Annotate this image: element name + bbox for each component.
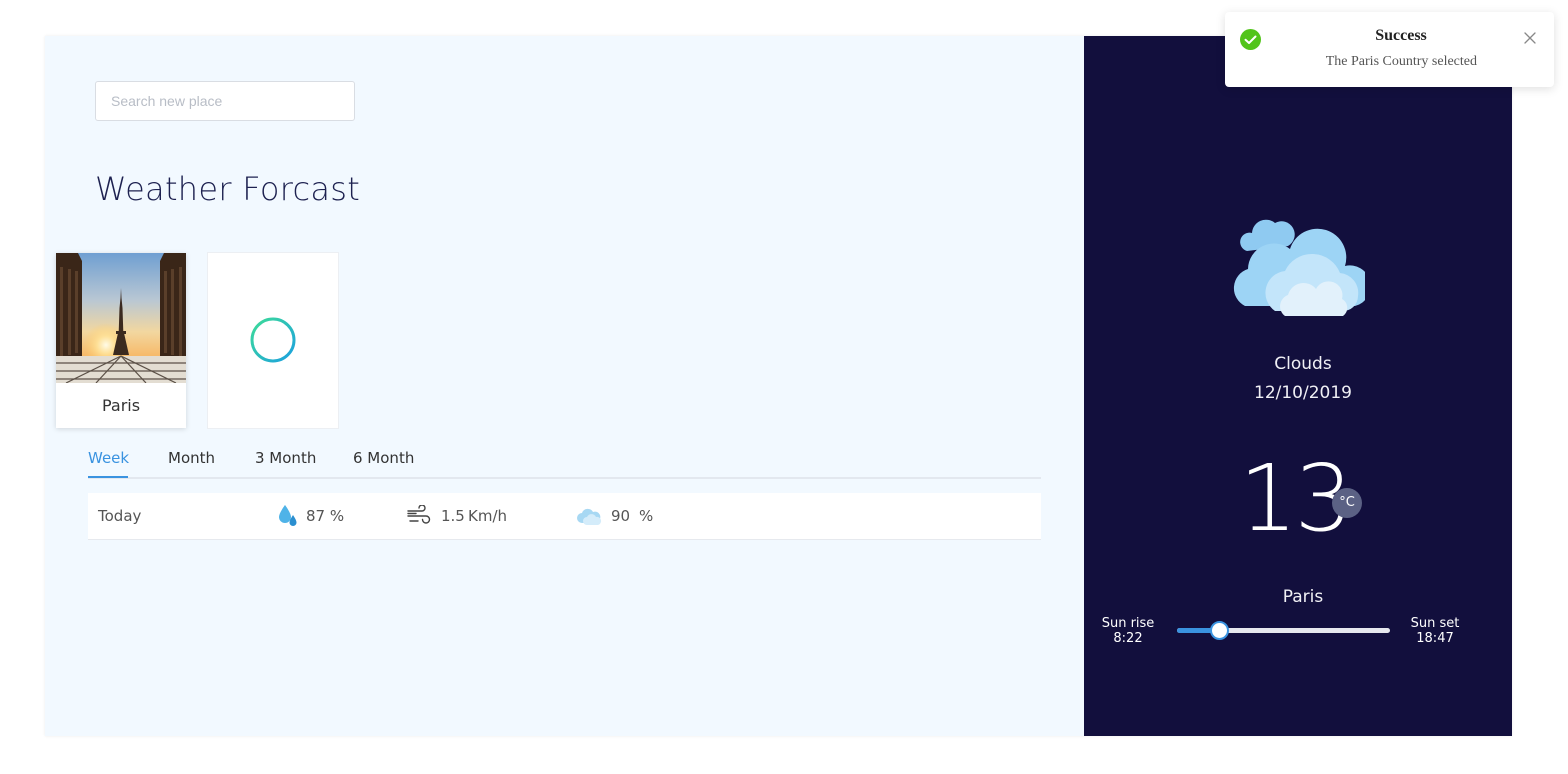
add-city-card[interactable] [207, 252, 339, 429]
clouds-icon [1233, 219, 1365, 316]
cloud-value: 90 [611, 507, 631, 525]
current-date: 12/10/2019 [1254, 383, 1352, 403]
plus-circle-icon[interactable] [249, 316, 297, 364]
app-container: Weather Forcast [45, 36, 1512, 736]
humidity-value: 87 % [306, 507, 345, 525]
eiffel-tower-photo [56, 253, 186, 383]
sunrise-time: 8:22 [1113, 631, 1143, 646]
sun-progress-handle[interactable] [1210, 621, 1229, 640]
water-drops-icon [279, 505, 297, 526]
forecast-day: Today [98, 507, 142, 525]
sunrise-label: Sun rise [1101, 616, 1155, 631]
sun-progress-slider[interactable] [1177, 621, 1390, 640]
city-card-paris[interactable]: Paris [56, 253, 186, 428]
toast-message: The Paris Country selected [1325, 54, 1477, 69]
tab-6-month[interactable]: 6 Month [353, 449, 414, 467]
current-place: Paris [1282, 587, 1324, 607]
current-weather-panel: Clouds 12/10/2019 13 °C Paris Sun rise 8… [1084, 36, 1512, 736]
page-title: Weather Forcast [95, 170, 361, 208]
city-name: Paris [101, 396, 141, 415]
toast-title: Success [1375, 27, 1427, 44]
sunset: Sun set 18:47 [1404, 616, 1466, 646]
weather-description: Clouds [1274, 354, 1332, 374]
tab-3-month[interactable]: 3 Month [255, 449, 316, 467]
period-tabs: Week Month 3 Month 6 Month [88, 448, 1041, 479]
wind-icon [407, 505, 431, 524]
sunset-time: 18:47 [1416, 631, 1454, 646]
active-tab-indicator [88, 476, 128, 478]
success-toast: Success The Paris Country selected [1225, 12, 1554, 87]
tab-week[interactable]: Week [88, 449, 129, 467]
search-input[interactable] [95, 81, 355, 121]
close-icon[interactable] [1523, 31, 1537, 45]
sunrise: Sun rise 8:22 [1097, 616, 1159, 646]
sunset-label: Sun set [1410, 616, 1460, 631]
cloud-icon [577, 508, 602, 525]
cloud-unit: % [639, 507, 654, 525]
wind-value: 1.5 [441, 507, 465, 525]
main-panel: Weather Forcast [45, 36, 1084, 736]
table-row: Today 87 % 1.5 Km/h 90 % [88, 493, 1041, 540]
unit-toggle-button[interactable]: °C [1332, 488, 1362, 518]
wind-unit: Km/h [468, 507, 508, 525]
tab-month[interactable]: Month [168, 449, 215, 467]
